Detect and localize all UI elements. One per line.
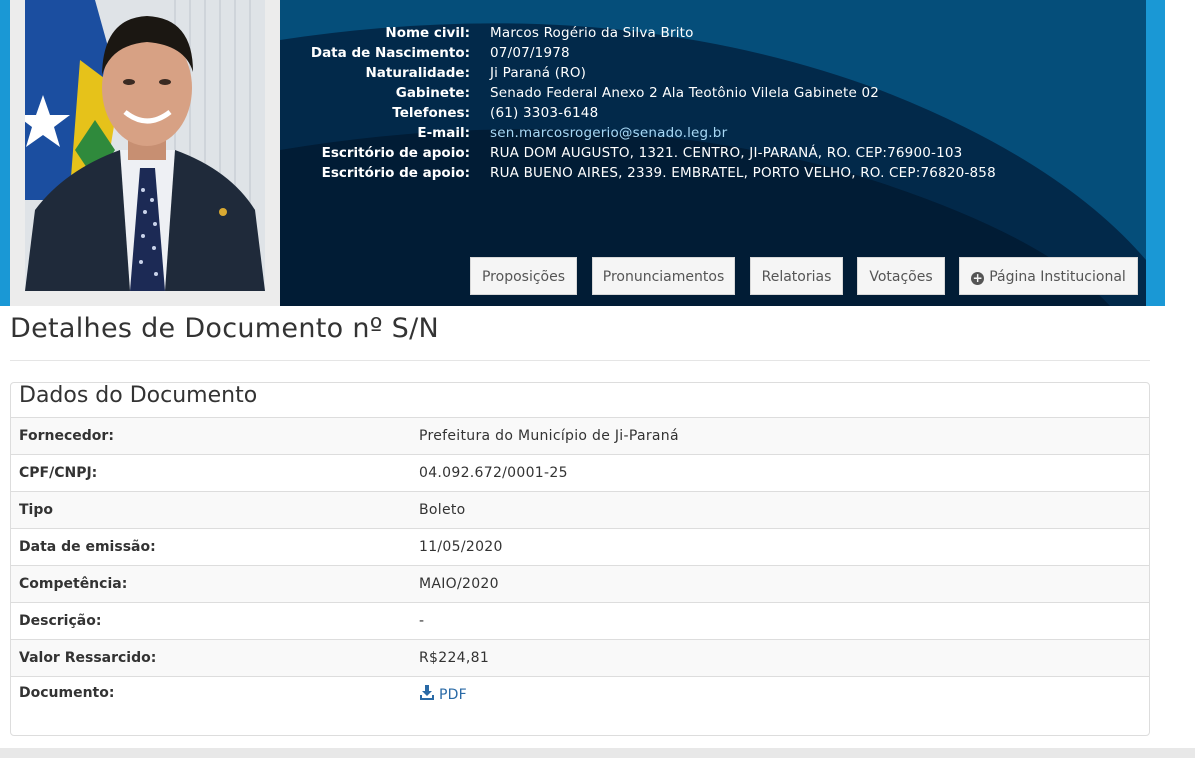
row-value: Prefeitura do Município de Ji-Paraná: [411, 417, 1149, 455]
row-label: Competência:: [11, 565, 411, 603]
footer-band: [0, 748, 1195, 758]
info-row-data-nascimento: Data de Nascimento: 07/07/1978: [280, 43, 1140, 63]
pdf-label: PDF: [439, 687, 467, 703]
row-label: Tipo: [11, 491, 411, 529]
row-value: MAIO/2020: [411, 565, 1149, 603]
info-value: RUA BUENO AIRES, 2339. EMBRATEL, PORTO V…: [490, 165, 996, 181]
info-value: Marcos Rogério da Silva Brito: [490, 25, 694, 41]
row-label: Descrição:: [11, 602, 411, 640]
pagina-institucional-label: Página Institucional: [989, 269, 1126, 285]
pagina-institucional-button[interactable]: + Página Institucional: [959, 257, 1138, 295]
pronunciamentos-button[interactable]: Pronunciamentos: [592, 257, 735, 295]
page-title: Detalhes de Documento nº S/N: [10, 313, 439, 344]
header-accent-stripe-right: [1146, 0, 1165, 306]
download-icon: [420, 685, 434, 700]
senator-photo: [25, 0, 265, 291]
email-link[interactable]: sen.marcosrogerio@senado.leg.br: [490, 123, 727, 143]
info-value: RUA DOM AUGUSTO, 1321. CENTRO, JI-PARANÁ…: [490, 145, 963, 161]
row-value: PDF: [411, 676, 1149, 722]
row-label: Documento:: [11, 676, 411, 722]
document-details-table: Fornecedor: Prefeitura do Município de J…: [11, 417, 1149, 722]
table-row: Competência: MAIO/2020: [11, 565, 1149, 603]
info-row-gabinete: Gabinete: Senado Federal Anexo 2 Ala Teo…: [280, 83, 1140, 103]
info-value: Ji Paraná (RO): [490, 65, 587, 81]
proposicoes-button[interactable]: Proposições: [470, 257, 577, 295]
info-label: Gabinete:: [395, 85, 470, 101]
table-row: Descrição: -: [11, 602, 1149, 640]
info-label: Escritório de apoio:: [321, 165, 470, 181]
info-label: Data de Nascimento:: [310, 45, 470, 61]
info-label: Escritório de apoio:: [321, 145, 470, 161]
panel-heading: Dados do Documento: [19, 383, 258, 408]
info-label: Naturalidade:: [365, 65, 471, 81]
info-value: 07/07/1978: [490, 45, 570, 61]
row-value: R$224,81: [411, 639, 1149, 677]
row-label: Data de emissão:: [11, 528, 411, 566]
row-value: Boleto: [411, 491, 1149, 529]
table-row: Fornecedor: Prefeitura do Município de J…: [11, 417, 1149, 455]
header-right-margin: [1165, 0, 1195, 306]
row-value: -: [411, 602, 1149, 640]
info-row-telefones: Telefones: (61) 3303-6148: [280, 103, 1140, 123]
table-row: CPF/CNPJ: 04.092.672/0001-25: [11, 454, 1149, 492]
row-label: Valor Ressarcido:: [11, 639, 411, 677]
table-row: Documento: PDF: [11, 676, 1149, 722]
pdf-download-link[interactable]: PDF: [419, 685, 467, 703]
profile-info: Nome civil: Marcos Rogério da Silva Brit…: [280, 23, 1140, 183]
info-row-nome-civil: Nome civil: Marcos Rogério da Silva Brit…: [280, 23, 1140, 43]
table-row: Tipo Boleto: [11, 491, 1149, 529]
info-value: (61) 3303-6148: [490, 105, 599, 121]
row-label: Fornecedor:: [11, 417, 411, 455]
table-row: Data de emissão: 11/05/2020: [11, 528, 1149, 566]
table-row: Valor Ressarcido: R$224,81: [11, 639, 1149, 677]
row-label: CPF/CNPJ:: [11, 454, 411, 492]
title-divider: [10, 360, 1150, 361]
relatorias-button[interactable]: Relatorias: [750, 257, 843, 295]
info-row-naturalidade: Naturalidade: Ji Paraná (RO): [280, 63, 1140, 83]
document-panel: Dados do Documento Fornecedor: Prefeitur…: [10, 382, 1150, 736]
info-value: Senado Federal Anexo 2 Ala Teotônio Vile…: [490, 85, 880, 101]
info-row-email: E-mail: sen.marcosrogerio@senado.leg.br: [280, 123, 1140, 143]
info-label: E-mail:: [417, 125, 470, 141]
photo-frame: [10, 0, 280, 306]
row-value: 11/05/2020: [411, 528, 1149, 566]
header-accent-stripe-left: [0, 0, 10, 306]
profile-header: Nome civil: Marcos Rogério da Silva Brit…: [0, 0, 1195, 306]
info-label: Telefones:: [392, 105, 470, 121]
plus-circle-icon: +: [971, 271, 985, 285]
info-row-escritorio-apoio-2: Escritório de apoio: RUA BUENO AIRES, 23…: [280, 163, 1140, 183]
info-row-escritorio-apoio-1: Escritório de apoio: RUA DOM AUGUSTO, 13…: [280, 143, 1140, 163]
info-label: Nome civil:: [385, 25, 470, 41]
row-value: 04.092.672/0001-25: [411, 454, 1149, 492]
votacoes-button[interactable]: Votações: [857, 257, 945, 295]
